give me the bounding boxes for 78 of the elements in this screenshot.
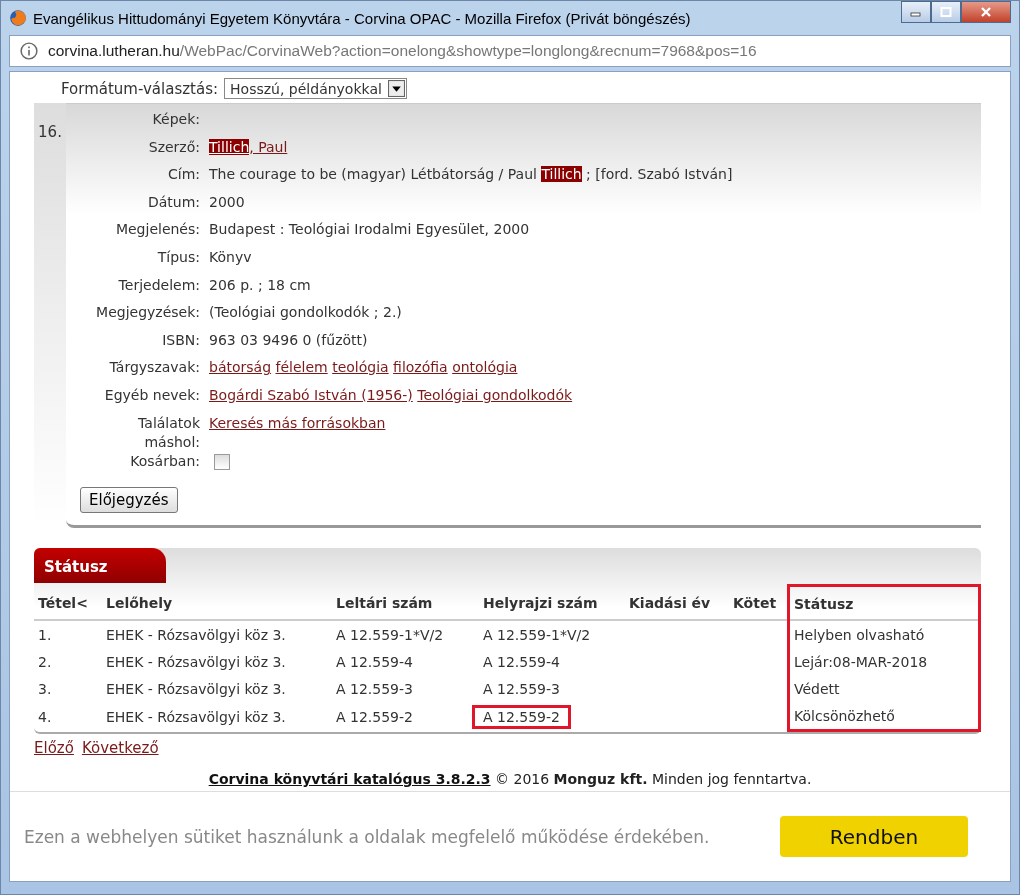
accept-button[interactable]: Rendben (780, 816, 968, 858)
format-dropdown[interactable]: Hosszú, példányokkal (224, 78, 407, 99)
pager-link[interactable]: Előző (34, 739, 74, 758)
address-bar[interactable]: corvina.lutheran.hu/WebPac/CorvinaWeb?action=onelong&showtype=longlong&recnum=7968&pos=16 (9, 35, 1011, 67)
field-value: 206 p. ; 18 cm (209, 276, 311, 293)
table-cell: EHEK - Rózsavölgyi köz 3. (106, 708, 286, 725)
table-cell: A 12.559-1*V/2 (336, 627, 444, 644)
field-label: ISBN: (161, 330, 201, 350)
field-value: Tillich, Paul (209, 138, 288, 155)
field-label: Tárgyszavak: (108, 358, 201, 378)
caret-icon (387, 80, 405, 97)
field-value: 2000 (209, 193, 245, 210)
field-label: Egyéb nevek: (103, 385, 201, 405)
table-cell: 3. (38, 681, 52, 698)
table-cell: Lejár:08-MAR-2018 (794, 654, 928, 671)
field-link[interactable]: Bogárdi Szabó István (1956-) (209, 386, 413, 403)
column-header: Tétel< (34, 585, 102, 621)
window-title: Evangélikus Hittudományi Egyetem Könyvtára - Corvina OPAC - Mozilla Firefox (Privát böngészés) (33, 9, 692, 27)
field-link[interactable]: bátorság (209, 359, 272, 376)
field-link[interactable]: teológia (332, 359, 389, 376)
field-label: Kosárban: (129, 451, 201, 471)
field-link[interactable]: ontológia (452, 359, 518, 376)
table-cell: A 12.559-2 (472, 704, 571, 729)
field-link[interactable]: filozófia (393, 359, 448, 376)
field-value: (Teológiai gondolkodók ; 2.) (209, 304, 402, 321)
pager-link[interactable]: Következő (81, 739, 159, 758)
field-link[interactable]: Keresés más forrásokban (209, 414, 386, 431)
table-cell: A 12.559-2 (336, 708, 413, 725)
maximize-button[interactable] (931, 1, 961, 23)
column-header: Kiadási év (625, 585, 729, 621)
table-cell: EHEK - Rózsavölgyi köz 3. (106, 627, 286, 644)
field-value: Könyv (209, 248, 252, 265)
field-link[interactable]: félelem (275, 359, 328, 376)
field-value: The courage to be (magyar) Létbátorság / Paul Tillich ; [ford. Szabó István] (209, 166, 733, 183)
field-label: Dátum: (146, 192, 201, 212)
url-text: corvina.lutheran.hu/WebPac/CorvinaWeb?action=onelong&showtype=longlong&recnum=7968&pos=16 (48, 42, 757, 60)
table-cell: Kölcsönözhető (794, 708, 895, 725)
minimize-button[interactable] (901, 1, 931, 23)
reserve-button[interactable]: Előjegyzés (80, 487, 178, 514)
table-cell: A 12.559-1*V/2 (483, 627, 591, 644)
field-label: Típus: (156, 247, 201, 267)
column-header: Lelőhely (102, 585, 332, 621)
info-icon (20, 42, 38, 60)
cookie-notice: Ezen a webhelyen sütiket használunk a oldalak megfelelő működése érdekében. (24, 826, 710, 847)
field-label: Szerző: (147, 137, 201, 157)
browser-logo-icon (9, 9, 27, 27)
table-cell: A 12.559-3 (336, 681, 413, 698)
column-header: Helyrajzi szám (479, 585, 625, 621)
table-cell: A 12.559-4 (336, 654, 413, 671)
field-label: Találatok máshol: (137, 413, 201, 452)
table-cell: A 12.559-4 (483, 654, 560, 671)
basket-checkbox[interactable] (214, 453, 230, 470)
catalog-link[interactable]: Corvina könyvtári katalógus 3.8.2.3 (208, 771, 491, 788)
close-button[interactable] (961, 1, 1011, 23)
field-label: Cím: (166, 165, 201, 185)
field-label: Képek: (151, 110, 201, 129)
table-cell: EHEK - Rózsavölgyi köz 3. (106, 654, 286, 671)
table-cell: 1. (38, 627, 52, 644)
column-header: Kötet (729, 585, 789, 621)
field-label: Terjedelem: (117, 275, 201, 295)
copyright-text: © 2016 Monguz kft. Minden jog fenntartva. (495, 771, 812, 788)
table-cell: A 12.559-3 (483, 681, 560, 698)
field-label: Megjegyzések: (95, 303, 201, 323)
close-icon (980, 7, 992, 17)
field-value: 963 03 9496 0 (fűzött) (209, 331, 368, 348)
field-label: Megjelenés: (114, 220, 201, 240)
column-header: Leltári szám (332, 585, 479, 621)
column-header: Státusz (788, 585, 980, 621)
table-cell: Helyben olvasható (794, 627, 925, 644)
table-cell: EHEK - Rózsavölgyi köz 3. (106, 681, 286, 698)
field-link[interactable]: Teológiai gondolkodók (417, 386, 573, 403)
status-tab[interactable]: Státusz (34, 548, 166, 584)
field-value: Budapest : Teológiai Irodalmi Egyesület, 2000 (209, 221, 530, 238)
maximize-icon (940, 7, 952, 17)
table-cell: 2. (38, 654, 52, 671)
table-cell: 4. (38, 708, 52, 725)
format-label: Formátum-választás: (61, 79, 219, 98)
table-cell: Védett (794, 681, 840, 698)
